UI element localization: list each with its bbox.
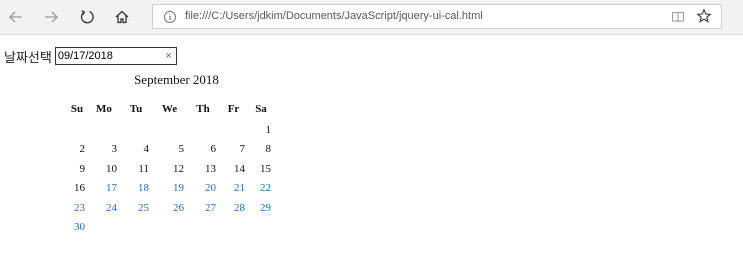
calendar-day[interactable]: 8: [248, 140, 274, 160]
calendar-day[interactable]: 28: [219, 198, 248, 218]
calendar-day[interactable]: 11: [120, 159, 152, 179]
calendar-day[interactable]: 27: [187, 198, 219, 218]
calendar-day[interactable]: 18: [120, 179, 152, 199]
date-input-box[interactable]: ×: [54, 47, 177, 65]
date-label: 날짜선택: [4, 50, 52, 66]
calendar-day[interactable]: 4: [120, 140, 152, 160]
calendar-day[interactable]: 19: [152, 179, 187, 199]
favorite-star-icon[interactable]: [696, 8, 712, 24]
weekday-header: Tu: [129, 103, 143, 115]
calendar-day: [152, 120, 187, 140]
calendar-day: [219, 120, 248, 140]
calendar-day: [88, 218, 120, 238]
calendar-day[interactable]: 7: [219, 140, 248, 160]
calendar-day: [88, 120, 120, 140]
info-icon[interactable]: [163, 10, 177, 24]
date-picker-row: 날짜선택 ×: [4, 46, 177, 66]
calendar-day[interactable]: 17: [88, 179, 120, 199]
calendar-day: [152, 218, 187, 238]
calendar-day[interactable]: 13: [187, 159, 219, 179]
calendar-week: 9 10 11 12 13 14 15: [66, 159, 274, 179]
calendar-day[interactable]: 21: [219, 179, 248, 199]
forward-button[interactable]: [38, 5, 64, 29]
home-icon: [115, 10, 129, 24]
calendar-day: [248, 218, 274, 238]
calendar-week: 23 24 25 26 27 28 29: [66, 198, 274, 218]
weekday-header: Su: [70, 103, 84, 115]
address-bar[interactable]: file:///C:/Users/jdkim/Documents/JavaScr…: [152, 4, 722, 29]
calendar-day: [187, 120, 219, 140]
weekday-header: Mo: [96, 103, 112, 115]
calendar-day[interactable]: 6: [187, 140, 219, 160]
calendar-day: [219, 218, 248, 238]
forward-icon: [45, 11, 58, 23]
browser-toolbar: file:///C:/Users/jdkim/Documents/JavaScr…: [0, 0, 743, 35]
calendar-day[interactable]: 25: [120, 198, 152, 218]
datepicker-calendar: September 2018 Su Mo Tu We Th Fr Sa 1 2 …: [66, 70, 286, 237]
calendar-day[interactable]: 23: [66, 198, 88, 218]
refresh-button[interactable]: [74, 5, 100, 29]
calendar-day[interactable]: 29: [248, 198, 274, 218]
calendar-day[interactable]: 22: [248, 179, 274, 199]
calendar-grid: Su Mo Tu We Th Fr Sa 1 2 3 4 5 6 7 8 9 1…: [66, 98, 274, 237]
calendar-day[interactable]: 3: [88, 140, 120, 160]
calendar-day[interactable]: 26: [152, 198, 187, 218]
calendar-day[interactable]: 20: [187, 179, 219, 199]
calendar-day: [187, 218, 219, 238]
calendar-day[interactable]: 9: [66, 159, 88, 179]
weekday-header: Fr: [227, 103, 240, 115]
calendar-day: [66, 120, 88, 140]
calendar-day[interactable]: 14: [219, 159, 248, 179]
calendar-day[interactable]: 30: [66, 218, 88, 238]
weekday-header: Sa: [255, 103, 267, 115]
calendar-day[interactable]: 1: [248, 120, 274, 140]
calendar-day[interactable]: 12: [152, 159, 187, 179]
reading-view-icon[interactable]: [671, 10, 685, 24]
calendar-title: September 2018: [134, 72, 219, 87]
calendar-day[interactable]: 10: [88, 159, 120, 179]
back-button[interactable]: [3, 5, 29, 29]
weekday-header-row: Su Mo Tu We Th Fr Sa: [66, 98, 274, 120]
calendar-week: 16 17 18 19 20 21 22: [66, 179, 274, 199]
calendar-week: 1: [66, 120, 274, 140]
clear-icon[interactable]: ×: [165, 48, 171, 64]
calendar-day[interactable]: 15: [248, 159, 274, 179]
calendar-day-selected[interactable]: 16: [66, 179, 88, 199]
weekday-header: We: [161, 103, 178, 115]
date-input[interactable]: [57, 49, 158, 63]
calendar-day: [120, 120, 152, 140]
back-icon: [9, 11, 22, 23]
calendar-day[interactable]: 5: [152, 140, 187, 160]
refresh-icon: [80, 9, 94, 24]
calendar-week: 30: [66, 218, 274, 238]
home-button[interactable]: [109, 5, 135, 29]
calendar-week: 2 3 4 5 6 7 8: [66, 140, 274, 160]
calendar-day[interactable]: 24: [88, 198, 120, 218]
calendar-day[interactable]: 2: [66, 140, 88, 160]
url-text: file:///C:/Users/jdkim/Documents/JavaScr…: [185, 10, 483, 22]
weekday-header: Th: [196, 103, 210, 115]
calendar-day: [120, 218, 152, 238]
